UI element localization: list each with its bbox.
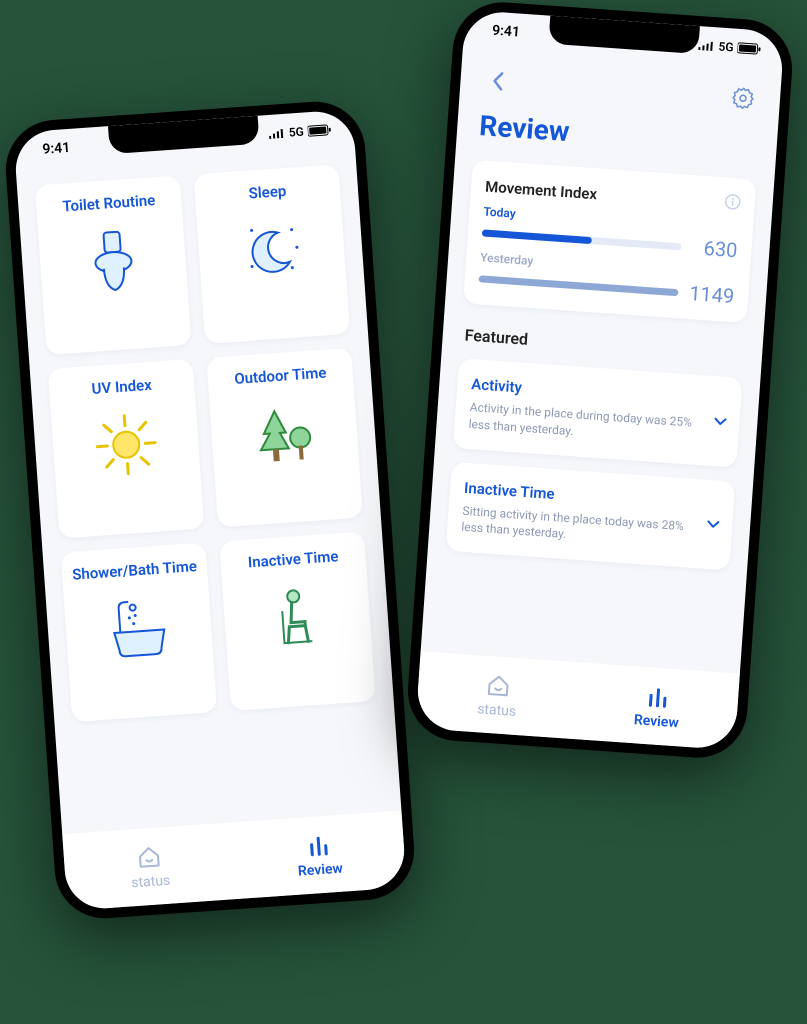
battery-icon bbox=[737, 42, 762, 56]
card-uv-index[interactable]: UV Index bbox=[48, 359, 205, 539]
card-toilet-routine[interactable]: Toilet Routine bbox=[35, 175, 192, 355]
nav-review[interactable]: Review bbox=[575, 662, 740, 750]
status-time: 9:41 bbox=[42, 140, 71, 158]
card-shower-bath-time[interactable]: Shower/Bath Time bbox=[61, 542, 218, 722]
signal-icon bbox=[269, 128, 286, 139]
moon-icon bbox=[234, 213, 309, 288]
yesterday-bar bbox=[479, 275, 679, 296]
card-outdoor-time[interactable]: Outdoor Time bbox=[206, 348, 363, 528]
chart-icon bbox=[305, 831, 333, 859]
gear-icon bbox=[730, 85, 756, 111]
info-icon[interactable] bbox=[724, 193, 741, 214]
category-grid: Toilet Routine Sleep UV Index bbox=[35, 164, 376, 722]
home-icon bbox=[135, 843, 163, 871]
back-button[interactable] bbox=[482, 65, 514, 97]
chart-icon bbox=[644, 682, 672, 710]
today-bar bbox=[482, 229, 682, 250]
today-value: 630 bbox=[691, 235, 739, 262]
nav-label: Review bbox=[633, 712, 679, 731]
nav-review[interactable]: Review bbox=[232, 810, 407, 899]
chevron-down-icon bbox=[713, 411, 728, 431]
home-icon bbox=[485, 671, 513, 699]
sitting-icon bbox=[260, 580, 335, 655]
signal-icon bbox=[698, 40, 715, 51]
card-title: Shower/Bath Time bbox=[72, 557, 198, 584]
status-time: 9:41 bbox=[492, 23, 521, 41]
card-inactive-time[interactable]: Inactive Time bbox=[219, 531, 376, 711]
sun-icon bbox=[88, 407, 163, 482]
card-title: Outdoor Time bbox=[234, 364, 327, 388]
network-label: 5G bbox=[288, 125, 304, 140]
tree-icon bbox=[247, 396, 322, 471]
card-title: Sleep bbox=[248, 182, 287, 203]
toilet-icon bbox=[76, 224, 151, 299]
card-sleep[interactable]: Sleep bbox=[194, 164, 351, 344]
network-label: 5G bbox=[718, 39, 734, 54]
nav-status[interactable]: status bbox=[415, 651, 580, 739]
chevron-down-icon bbox=[706, 515, 721, 535]
battery-icon bbox=[307, 124, 332, 138]
featured-card-activity[interactable]: Activity Activity in the place during to… bbox=[453, 358, 743, 467]
card-title: Toilet Routine bbox=[62, 191, 156, 215]
featured-heading: Featured bbox=[464, 325, 741, 363]
phone-mockup-left: 9:41 5G Toilet Routine bbox=[3, 98, 418, 921]
nav-label: status bbox=[477, 701, 517, 720]
card-title: UV Index bbox=[91, 376, 152, 398]
nav-label: status bbox=[131, 872, 171, 891]
movement-index-title: Movement Index bbox=[485, 178, 598, 204]
settings-button[interactable] bbox=[727, 82, 759, 114]
bath-icon bbox=[101, 591, 176, 666]
phone-mockup-right: 9:41 5G Review bbox=[405, 0, 796, 761]
chevron-left-icon bbox=[490, 70, 506, 93]
movement-index-card[interactable]: Movement Index Today 630 Yesterday bbox=[463, 160, 756, 323]
yesterday-value: 1149 bbox=[687, 281, 735, 308]
featured-card-inactive-time[interactable]: Inactive Time Sitting activity in the pl… bbox=[446, 461, 736, 570]
card-title: Inactive Time bbox=[247, 547, 339, 571]
nav-status[interactable]: status bbox=[62, 822, 237, 911]
nav-label: Review bbox=[297, 860, 343, 879]
